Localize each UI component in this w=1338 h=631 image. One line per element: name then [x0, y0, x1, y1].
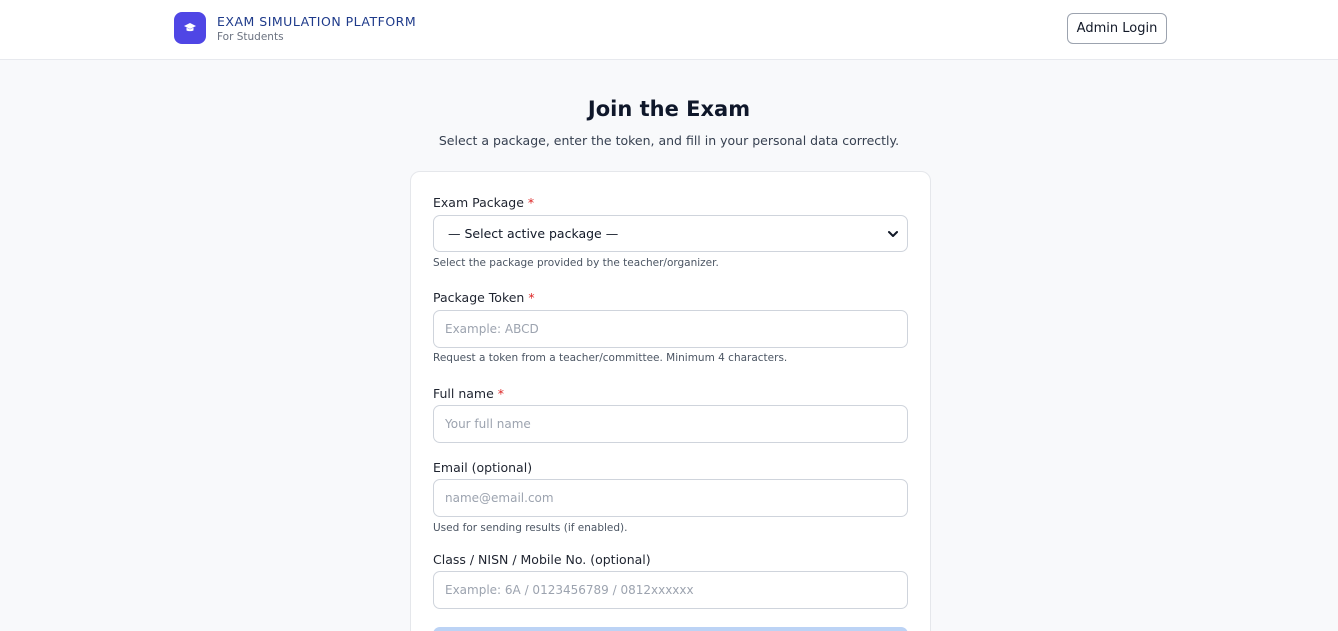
package-token-label-text: Package Token: [433, 290, 525, 305]
exam-package-help: Select the package provided by the teach…: [433, 257, 719, 269]
full-name-label: Full name *: [433, 386, 504, 401]
exam-package-label-text: Exam Package: [433, 195, 524, 210]
email-help: Used for sending results (if enabled).: [433, 522, 628, 534]
submit-button[interactable]: [433, 627, 908, 631]
join-exam-form: Exam Package * — Select active package —…: [410, 171, 931, 631]
package-token-help: Request a token from a teacher/committee…: [433, 352, 788, 364]
brand-subtitle: For Students: [217, 30, 284, 43]
email-label-text: Email (optional): [433, 460, 533, 475]
required-mark: *: [527, 195, 535, 210]
required-mark: *: [497, 386, 505, 401]
package-token-label: Package Token *: [433, 290, 535, 305]
brand[interactable]: EXAM SIMULATION PLATFORM For Students: [174, 12, 416, 44]
brand-text: EXAM SIMULATION PLATFORM For Students: [217, 14, 416, 42]
exam-package-select[interactable]: — Select active package —: [433, 215, 908, 252]
email-label: Email (optional): [433, 460, 532, 475]
admin-login-button[interactable]: Admin Login: [1067, 13, 1167, 44]
brand-title: EXAM SIMULATION PLATFORM: [217, 14, 417, 29]
exam-package-label: Exam Package *: [433, 195, 534, 210]
class-info-input[interactable]: [433, 571, 908, 609]
chevron-down-icon: [888, 230, 898, 237]
graduation-cap-icon: [174, 12, 206, 44]
class-info-label-text: Class / NISN / Mobile No. (optional): [433, 552, 651, 567]
email-input[interactable]: [433, 479, 908, 517]
top-navbar: EXAM SIMULATION PLATFORM For Students Ad…: [0, 0, 1338, 60]
exam-package-selected: — Select active package —: [448, 226, 619, 241]
required-mark: *: [528, 290, 535, 305]
class-info-label: Class / NISN / Mobile No. (optional): [433, 552, 651, 567]
full-name-input[interactable]: [433, 405, 908, 443]
page-subtitle: Select a package, enter the token, and f…: [438, 133, 900, 148]
page-title: Join the Exam: [587, 97, 751, 121]
package-token-input[interactable]: [433, 310, 908, 348]
full-name-label-text: Full name: [433, 386, 494, 401]
